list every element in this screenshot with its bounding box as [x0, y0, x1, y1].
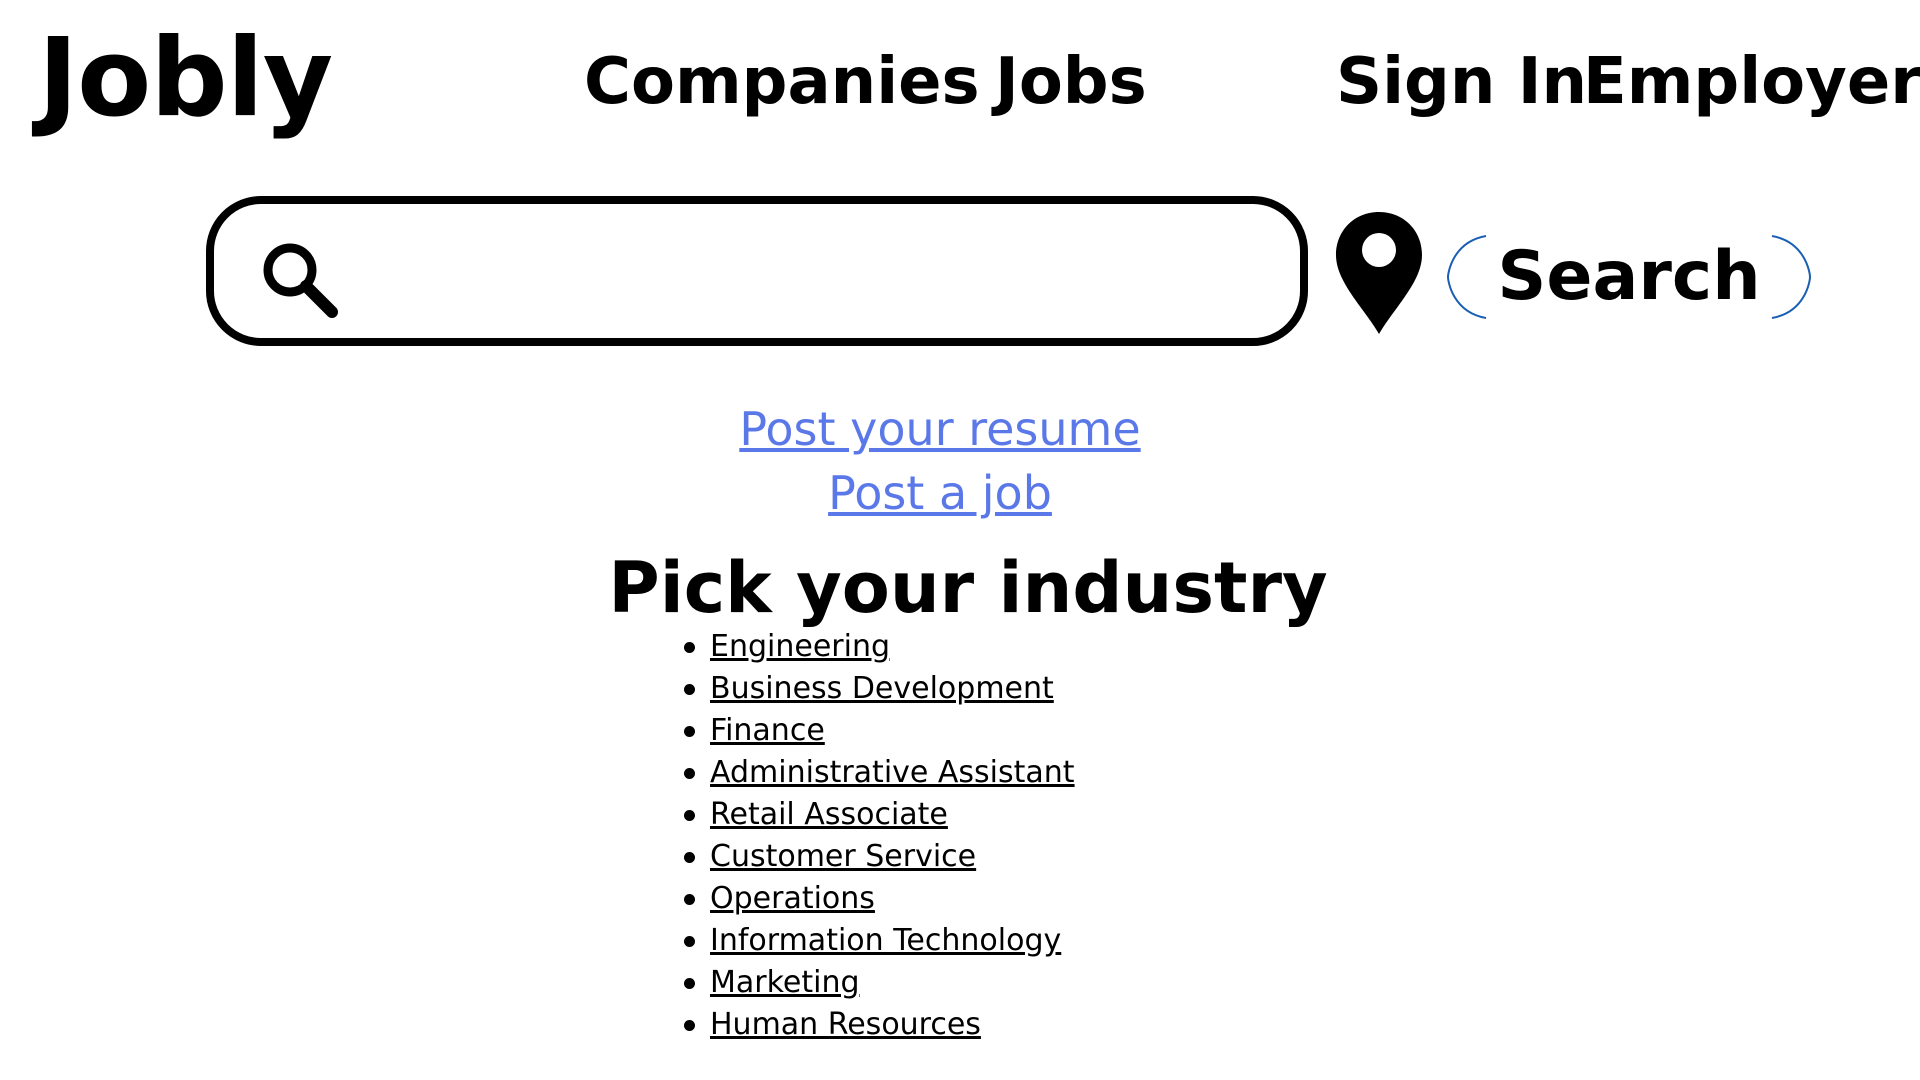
- location-pin-icon[interactable]: [1334, 210, 1424, 336]
- bullet-icon: [684, 936, 695, 947]
- industry-link-business-development[interactable]: Business Development: [710, 671, 1054, 706]
- bullet-icon: [684, 684, 695, 695]
- bullet-icon: [684, 810, 695, 821]
- bullet-icon: [684, 852, 695, 863]
- industry-link-marketing[interactable]: Marketing: [710, 965, 860, 1000]
- industry-link-finance[interactable]: Finance: [710, 713, 825, 748]
- bullet-icon: [684, 894, 695, 905]
- nav-companies[interactable]: Companies: [584, 44, 980, 121]
- industry-item: Human Resources: [682, 1004, 1075, 1046]
- industry-link-retail-associate[interactable]: Retail Associate: [710, 797, 948, 832]
- nav-jobs[interactable]: Jobs: [995, 44, 1147, 121]
- nav-sign-in[interactable]: Sign In: [1336, 44, 1587, 121]
- industry-link-operations[interactable]: Operations: [710, 881, 875, 916]
- industry-link-administrative-assistant[interactable]: Administrative Assistant: [710, 755, 1075, 790]
- industry-link-customer-service[interactable]: Customer Service: [710, 839, 976, 874]
- industry-heading: Pick your industry: [608, 547, 1328, 629]
- bullet-icon: [684, 768, 695, 779]
- post-resume-link[interactable]: Post your resume: [739, 402, 1140, 456]
- bullet-icon: [684, 1020, 695, 1031]
- bullet-icon: [684, 726, 695, 737]
- search-icon: [263, 243, 338, 318]
- post-job-link[interactable]: Post a job: [828, 466, 1052, 520]
- industry-item: Information Technology: [682, 920, 1075, 962]
- search-button-label: Search: [1497, 237, 1761, 316]
- bullet-icon: [684, 978, 695, 989]
- nav-employer[interactable]: Employer: [1583, 44, 1920, 121]
- post-job-row: Post a job: [0, 466, 1880, 520]
- industry-list: Engineering Business Development Finance…: [682, 626, 1075, 1046]
- search-input[interactable]: [364, 222, 1268, 324]
- industry-link-human-resources[interactable]: Human Resources: [710, 1007, 981, 1042]
- industry-item: Operations: [682, 878, 1075, 920]
- industry-item: Engineering: [682, 626, 1075, 668]
- search-bar[interactable]: [206, 196, 1308, 346]
- post-resume-row: Post your resume: [0, 402, 1880, 456]
- industry-item: Retail Associate: [682, 794, 1075, 836]
- search-button[interactable]: Search: [1446, 234, 1812, 320]
- bullet-icon: [684, 642, 695, 653]
- site-logo[interactable]: Jobly: [38, 14, 333, 144]
- industry-link-engineering[interactable]: Engineering: [710, 629, 890, 664]
- industry-item: Customer Service: [682, 836, 1075, 878]
- industry-item: Business Development: [682, 668, 1075, 710]
- industry-link-information-technology[interactable]: Information Technology: [710, 923, 1061, 958]
- industry-item: Finance: [682, 710, 1075, 752]
- industry-item: Administrative Assistant: [682, 752, 1075, 794]
- industry-item: Marketing: [682, 962, 1075, 1004]
- bracket-right-icon: [1771, 235, 1812, 319]
